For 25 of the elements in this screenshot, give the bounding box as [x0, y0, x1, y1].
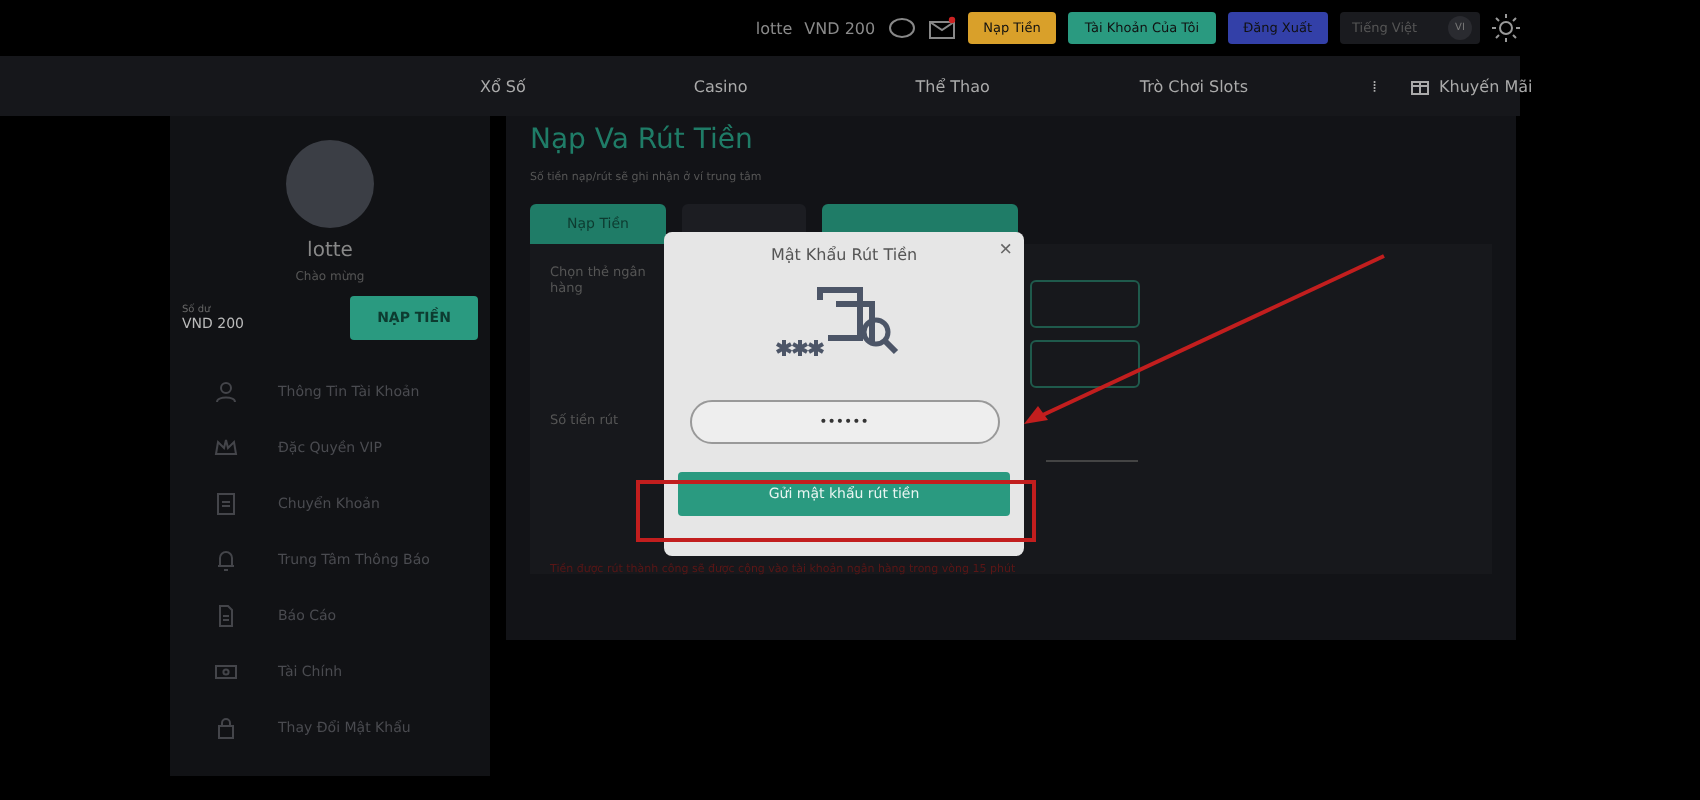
crown-icon — [214, 436, 238, 460]
nav-item[interactable]: ⁞ — [1372, 77, 1378, 95]
nav-item[interactable]: Thể Thao — [915, 77, 990, 95]
report-icon — [214, 604, 238, 628]
lock-icon — [214, 716, 238, 740]
user-icon — [214, 380, 238, 404]
avatar — [286, 140, 374, 228]
bell-icon — [214, 548, 238, 572]
page-title: Nạp Va Rút Tiền — [530, 124, 755, 156]
sun-icon[interactable] — [1492, 14, 1520, 42]
mail-icon[interactable] — [927, 16, 956, 40]
close-button[interactable]: × — [999, 238, 1012, 262]
cash-icon — [214, 660, 238, 684]
nav-item[interactable]: Xổ Số — [480, 77, 526, 95]
bank-select[interactable] — [1030, 340, 1140, 388]
nav-item[interactable]: Khuyến Mãi — [1409, 76, 1533, 96]
bank-field[interactable] — [1030, 280, 1140, 328]
username: lotte — [755, 19, 793, 37]
gift-icon — [1409, 76, 1430, 96]
document-icon — [214, 492, 238, 516]
balance: VND 200 — [804, 19, 876, 37]
nav-item[interactable]: Casino — [693, 77, 748, 95]
nav-item[interactable]: Trò Chơi Slots — [1139, 77, 1248, 95]
dialog-title: Mật Khẩu Rút Tiền — [770, 246, 918, 264]
user-name: lotte — [307, 240, 353, 262]
